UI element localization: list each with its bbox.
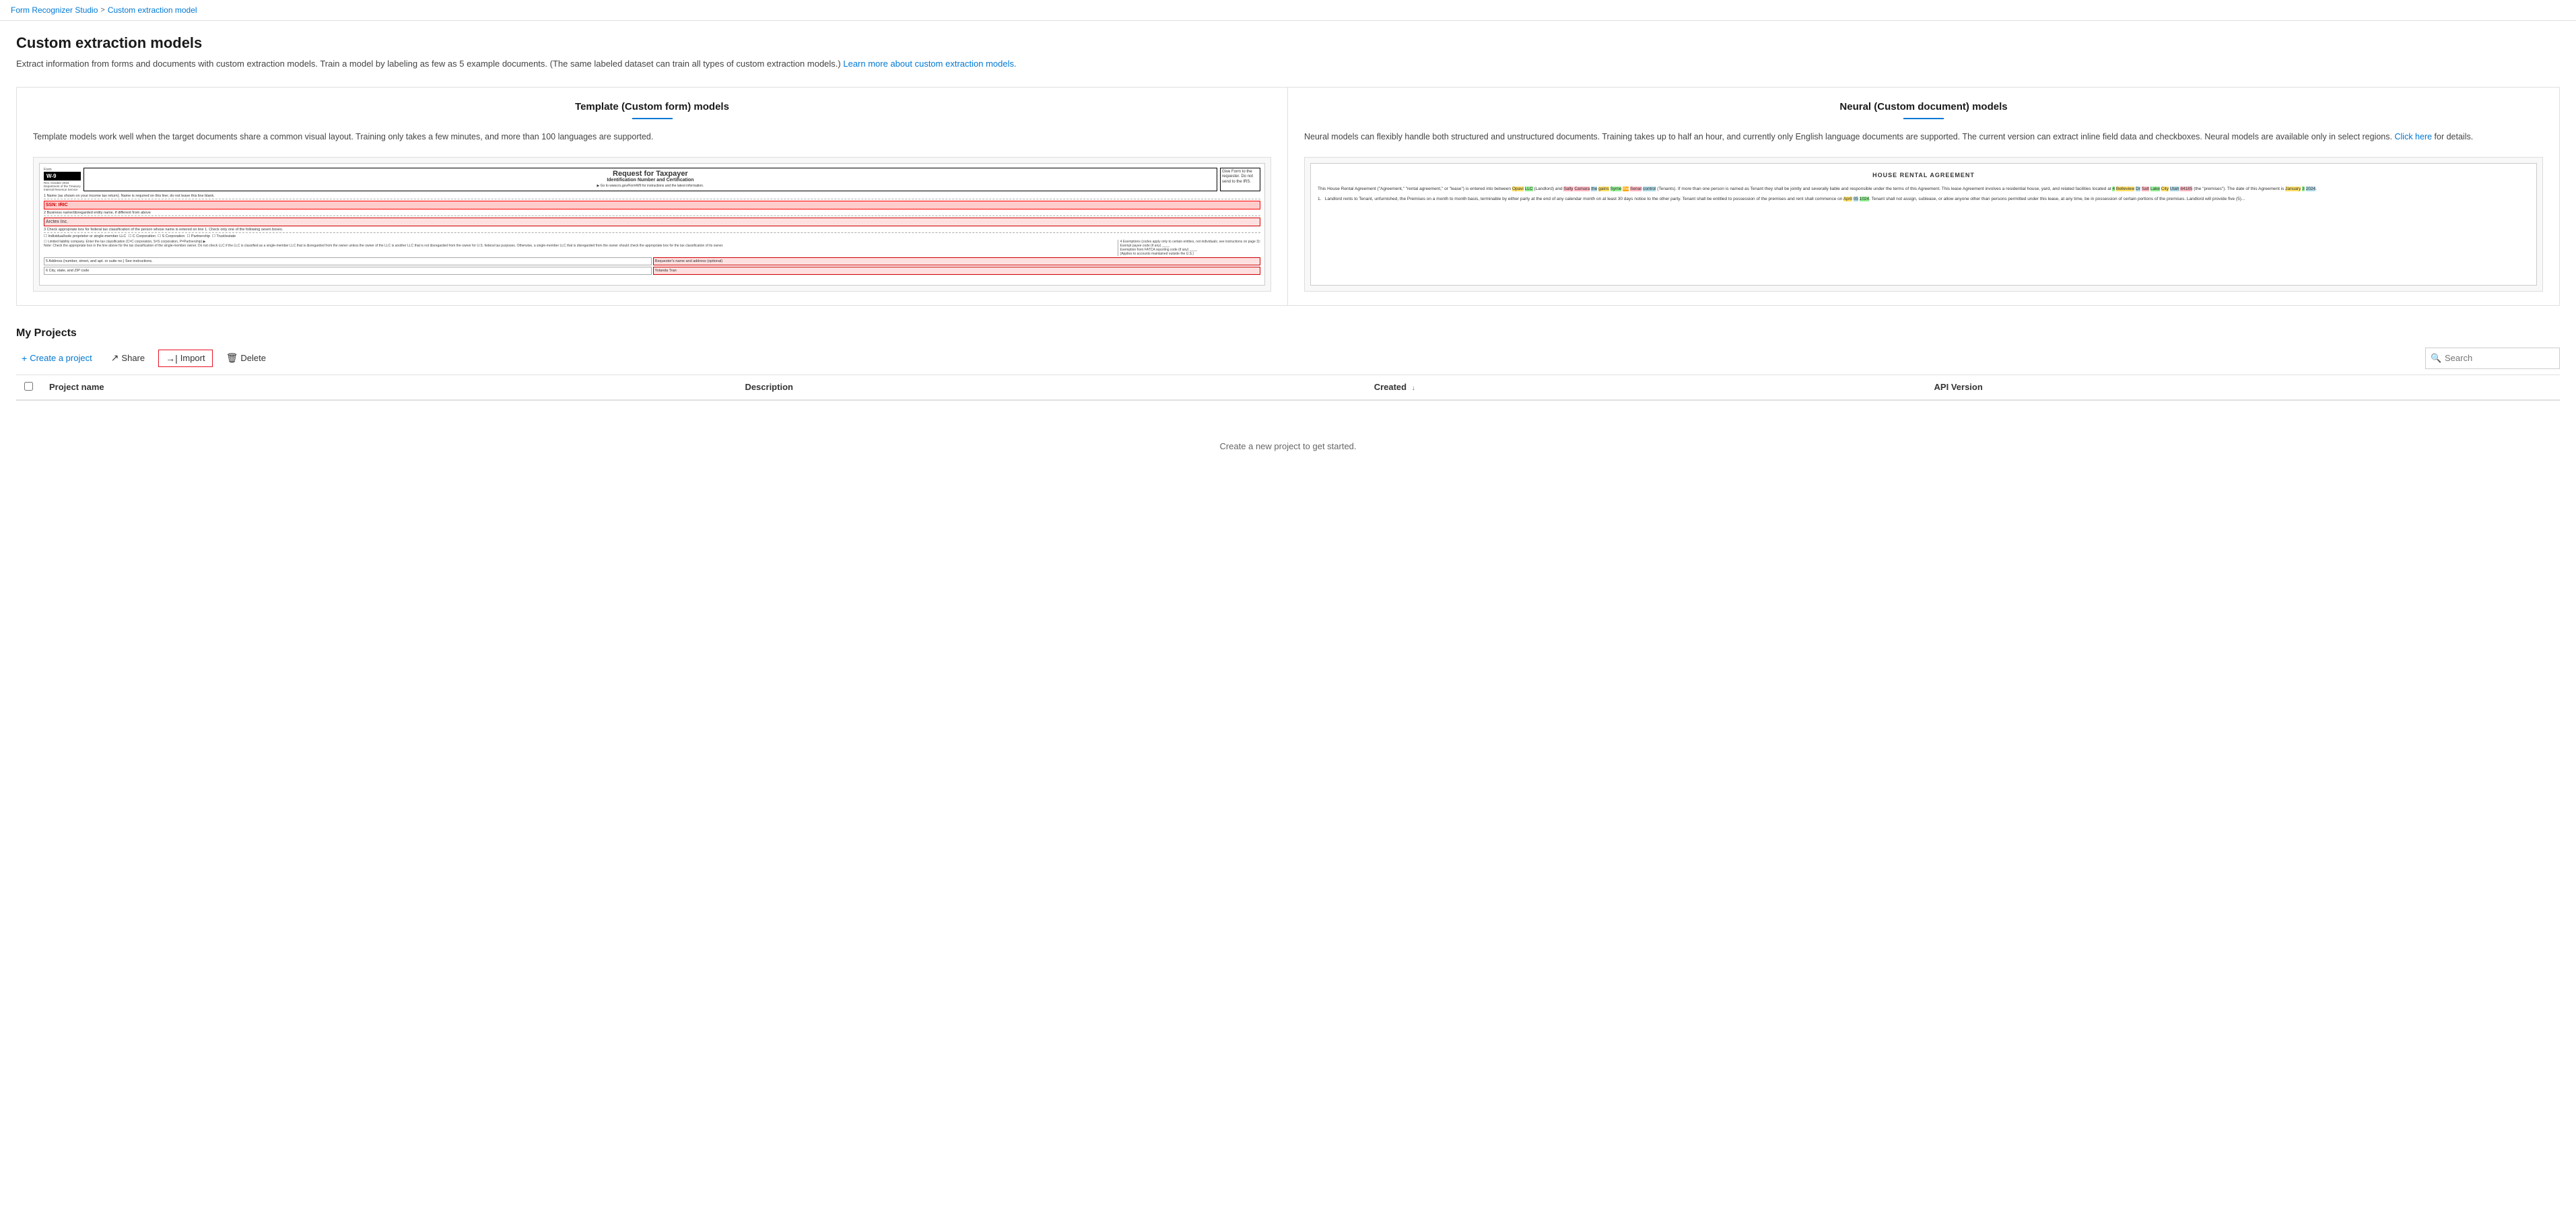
- created-sort-icon: ↓: [1412, 385, 1415, 392]
- table-header: Project name Description Created ↓ API V…: [16, 375, 2560, 400]
- search-input[interactable]: [2425, 348, 2560, 369]
- breadcrumb-separator: >: [100, 6, 104, 14]
- import-icon: →|: [166, 353, 178, 364]
- neural-card-divider: [1903, 118, 1944, 119]
- neural-doc-preview: HOUSE RENTAL AGREEMENT This House Rental…: [1304, 157, 2543, 292]
- plus-icon: +: [22, 353, 27, 364]
- neural-click-here-link[interactable]: Click here: [2394, 132, 2432, 141]
- projects-table: Project name Description Created ↓ API V…: [16, 375, 2560, 401]
- template-doc-preview: Form W-9 Rev. October 2018 Department of…: [33, 157, 1271, 292]
- rental-form-mock: HOUSE RENTAL AGREEMENT This House Rental…: [1310, 163, 2537, 286]
- neural-card-desc: Neural models can flexibly handle both s…: [1304, 130, 2543, 143]
- table-header-created[interactable]: Created ↓: [1366, 375, 1926, 400]
- delete-icon: 🗑: [226, 352, 238, 364]
- template-card-divider: [632, 118, 673, 119]
- neural-model-card: Neural (Custom document) models Neural m…: [1288, 88, 2559, 305]
- breadcrumb-current: Custom extraction model: [108, 5, 197, 15]
- import-button[interactable]: →| Import: [158, 350, 212, 367]
- projects-toolbar: + Create a project ↗ Share →| Import 🗑 D…: [16, 348, 2560, 374]
- page-title: Custom extraction models: [16, 34, 2560, 52]
- toolbar-left-actions: + Create a project ↗ Share →| Import 🗑 D…: [16, 350, 271, 367]
- my-projects-section-title: My Projects: [16, 327, 2560, 339]
- table-header-description: Description: [737, 375, 1365, 400]
- template-card-title: Template (Custom form) models: [33, 101, 1271, 112]
- w9-form-mock: Form W-9 Rev. October 2018 Department of…: [39, 163, 1265, 286]
- model-cards-container: Template (Custom form) models Template m…: [16, 87, 2560, 306]
- share-icon: ↗: [111, 352, 119, 364]
- neural-card-title: Neural (Custom document) models: [1304, 101, 2543, 112]
- create-project-button[interactable]: + Create a project: [16, 350, 98, 366]
- table-header-checkbox: [16, 375, 41, 400]
- delete-button[interactable]: 🗑 Delete: [221, 350, 271, 366]
- table-header-project-name: Project name: [41, 375, 737, 400]
- breadcrumb: Form Recognizer Studio > Custom extracti…: [0, 0, 2576, 21]
- main-content: Custom extraction models Extract informa…: [0, 21, 2576, 505]
- share-button[interactable]: ↗ Share: [106, 350, 150, 366]
- search-container: 🔍: [2425, 348, 2560, 369]
- template-card-desc: Template models work well when the targe…: [33, 130, 1271, 143]
- table-header-api-version: API Version: [1926, 375, 2560, 400]
- breadcrumb-parent-link[interactable]: Form Recognizer Studio: [11, 5, 98, 15]
- learn-more-link[interactable]: Learn more about custom extraction model…: [843, 59, 1016, 69]
- empty-state: Create a new project to get started.: [16, 401, 2560, 492]
- template-model-card: Template (Custom form) models Template m…: [17, 88, 1288, 305]
- page-description: Extract information from forms and docum…: [16, 57, 2560, 71]
- select-all-checkbox[interactable]: [24, 382, 33, 391]
